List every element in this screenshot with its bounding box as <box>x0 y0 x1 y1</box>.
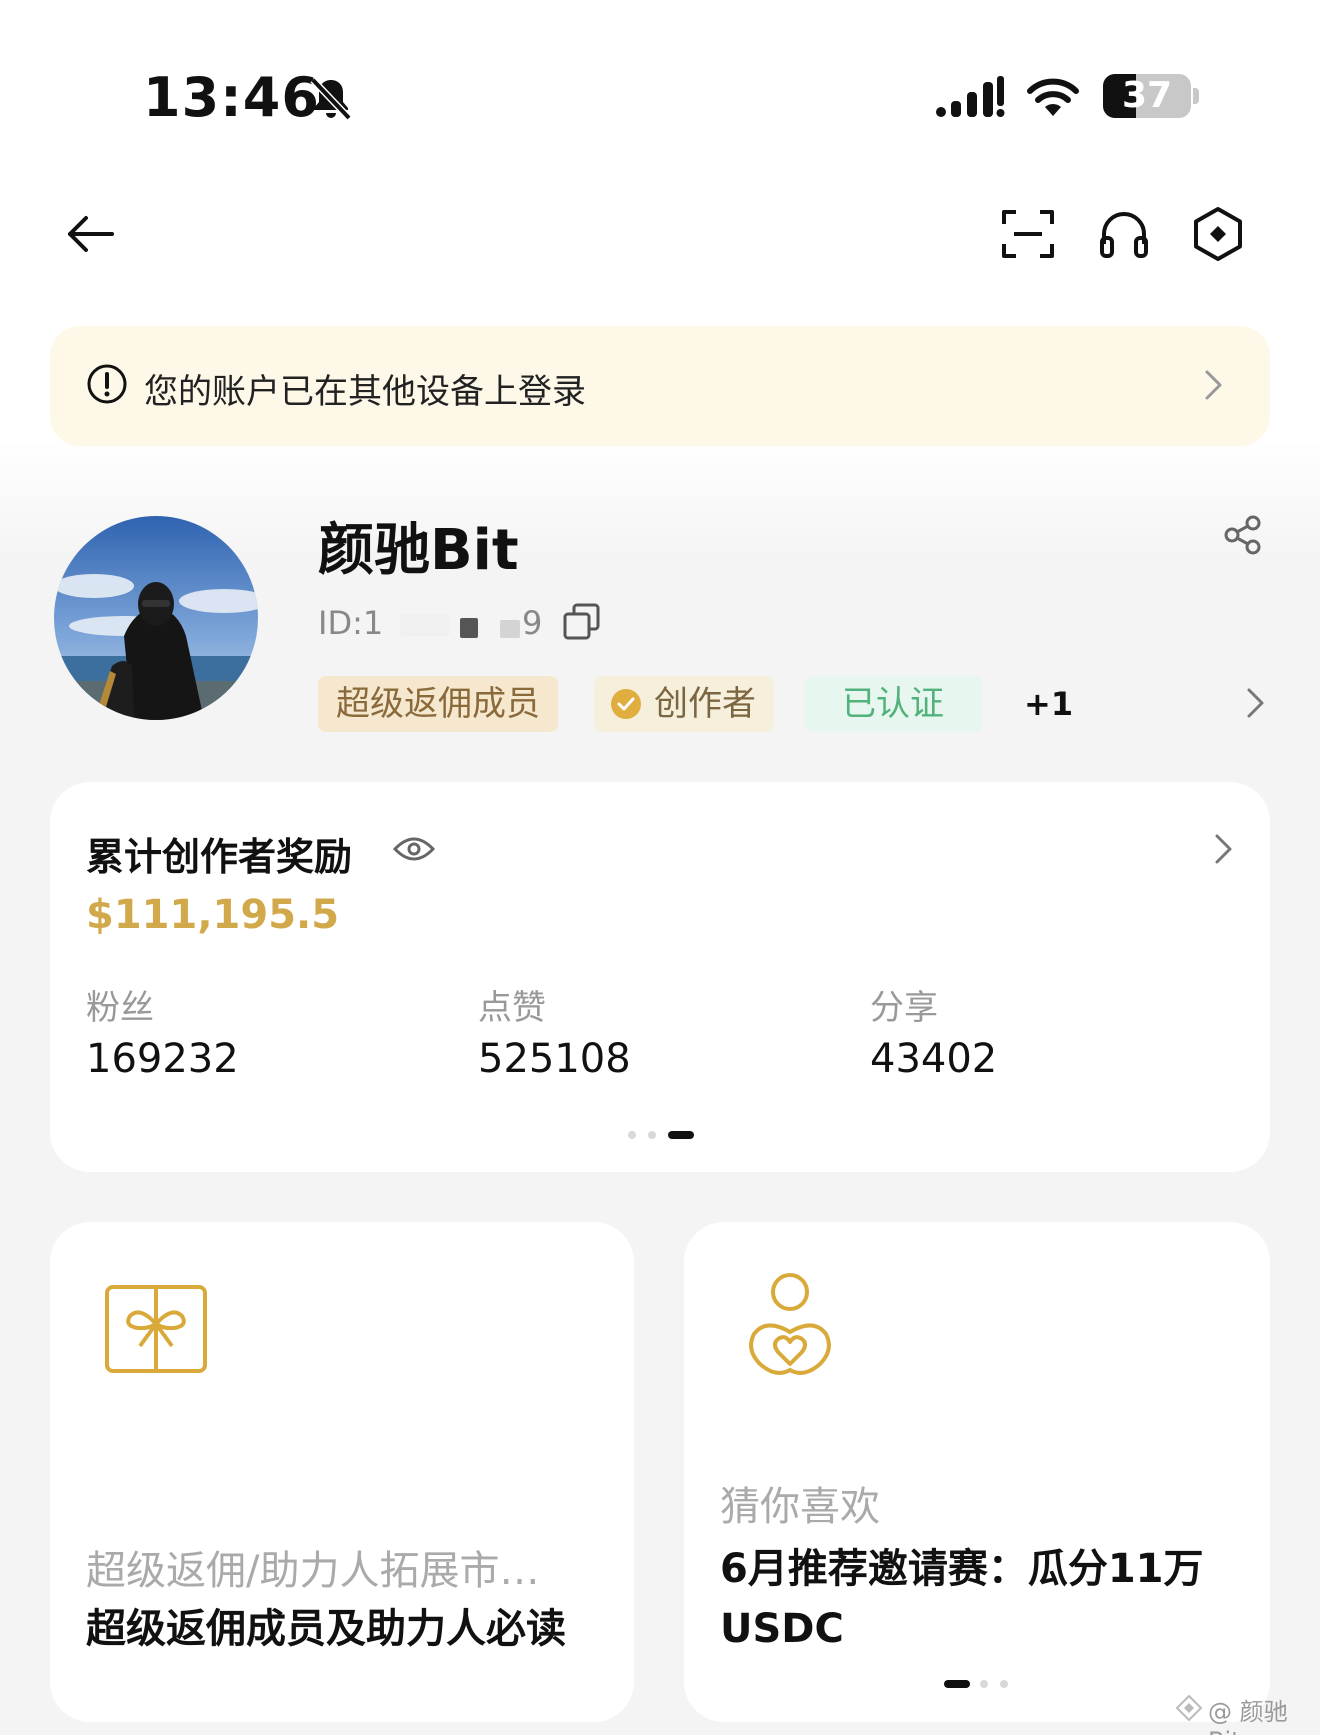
page-indicator-active <box>944 1680 970 1688</box>
bell-slash-icon <box>310 77 352 121</box>
avatar[interactable] <box>54 516 258 720</box>
battery-icon: 37 <box>1103 72 1199 120</box>
card-left-subtitle: 超级返佣/助力人拓展市… <box>86 1548 540 1594</box>
card-right-title-line2: USDC <box>720 1606 844 1652</box>
settings-hexagon-icon[interactable] <box>1190 206 1246 262</box>
card-left-title: 超级返佣成员及助力人必读 <box>86 1606 566 1652</box>
stat-value-shares: 43402 <box>870 1036 998 1082</box>
creator-check-icon <box>611 689 641 719</box>
chevron-right-icon[interactable] <box>1208 832 1238 866</box>
watermark-text: @ 颜驰Bit <box>1208 1698 1288 1735</box>
user-id-prefix: ID:1 <box>318 604 384 642</box>
page-indicator-active <box>668 1131 694 1139</box>
stat-value-likes: 525108 <box>478 1036 631 1082</box>
username: 颜驰Bit <box>318 518 519 583</box>
page-indicator-dot <box>628 1131 636 1139</box>
chevron-right-icon <box>1205 370 1222 400</box>
card-right-title-line1: 6月推荐邀请赛：瓜分11万 <box>720 1546 1204 1592</box>
back-arrow-icon[interactable] <box>62 206 118 262</box>
headset-icon[interactable] <box>1096 206 1152 262</box>
scan-icon[interactable] <box>1000 206 1056 262</box>
status-time: 13:46 <box>143 66 320 129</box>
share-icon[interactable] <box>1222 514 1264 556</box>
battery-percent: 37 <box>1121 75 1173 116</box>
reward-title: 累计创作者奖励 <box>86 835 353 879</box>
chevron-right-icon[interactable] <box>1240 686 1270 720</box>
reward-value: $111,195.5 <box>86 892 340 938</box>
user-id-suffix: 9 <box>522 604 543 642</box>
alert-circle-icon <box>87 364 127 404</box>
card-right-subtitle: 猜你喜欢 <box>720 1484 880 1530</box>
stat-label-shares: 分享 <box>870 988 938 1028</box>
page-indicator-dot <box>648 1131 656 1139</box>
person-heart-icon <box>749 1273 831 1375</box>
id-redaction <box>400 614 450 636</box>
stat-label-followers: 粉丝 <box>86 988 154 1028</box>
stat-label-likes: 点赞 <box>478 988 546 1028</box>
avatar-image <box>54 516 258 720</box>
id-redaction <box>500 620 520 638</box>
eye-icon[interactable] <box>392 832 436 866</box>
copy-icon[interactable] <box>562 602 602 642</box>
banner-text: 您的账户已在其他设备上登录 <box>144 372 586 412</box>
stat-value-followers: 169232 <box>86 1036 239 1082</box>
cellular-signal-icon <box>936 76 1005 117</box>
page-indicator-dot <box>1000 1680 1008 1688</box>
wifi-icon <box>1027 78 1079 116</box>
badge-more-count[interactable]: +1 <box>1024 676 1073 732</box>
badge-verified[interactable]: 已认证 <box>804 676 982 732</box>
id-redaction <box>460 618 478 638</box>
watermark-logo-icon <box>1175 1694 1203 1722</box>
badge-super-rebate[interactable]: 超级返佣成员 <box>318 676 558 732</box>
gift-box-icon <box>105 1285 207 1373</box>
page-indicator-dot <box>980 1680 988 1688</box>
